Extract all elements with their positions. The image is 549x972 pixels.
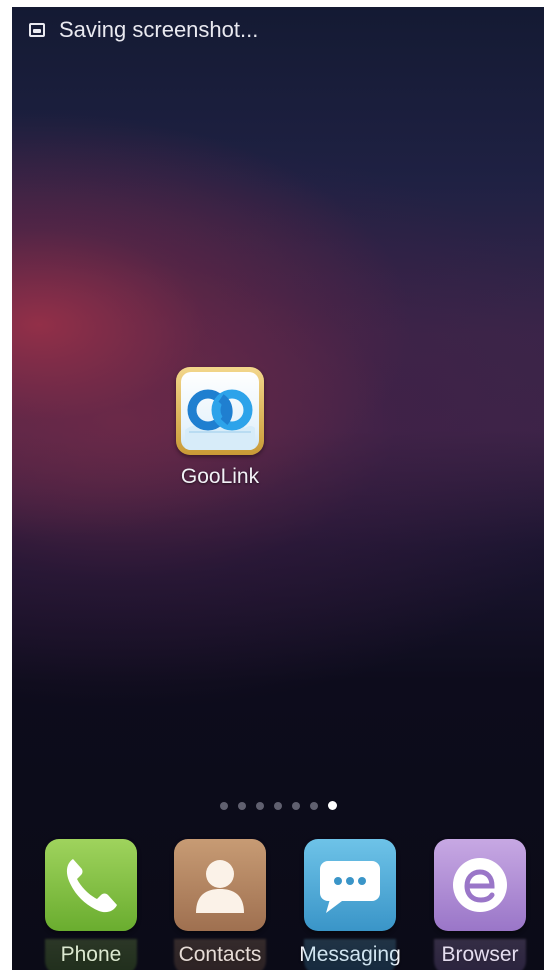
status-notification-text: Saving screenshot... bbox=[59, 17, 259, 42]
dock-item-phone[interactable]: Phone bbox=[36, 839, 146, 970]
app-shortcut-goolink[interactable]: GooLink bbox=[174, 367, 266, 489]
home-screen: Saving screenshot... GooLink Phone Conta… bbox=[12, 7, 544, 970]
page-dot[interactable] bbox=[309, 801, 318, 810]
contacts-icon[interactable] bbox=[174, 839, 266, 970]
messaging-icon[interactable] bbox=[304, 839, 396, 970]
dock: Phone Contacts Messaging Browser bbox=[12, 835, 544, 970]
page-dot[interactable] bbox=[219, 801, 228, 810]
screenshot-icon bbox=[29, 23, 45, 37]
goolink-icon[interactable] bbox=[176, 367, 264, 455]
page-dot-active[interactable] bbox=[327, 801, 337, 810]
dock-item-contacts[interactable]: Contacts bbox=[165, 839, 275, 970]
status-bar: Saving screenshot... bbox=[12, 7, 544, 53]
page-indicator bbox=[12, 801, 544, 810]
browser-icon[interactable] bbox=[434, 839, 526, 970]
phone-icon[interactable] bbox=[45, 839, 137, 970]
page-dot[interactable] bbox=[291, 801, 300, 810]
page-dot[interactable] bbox=[237, 801, 246, 810]
app-label-goolink: GooLink bbox=[180, 465, 260, 488]
page-dot[interactable] bbox=[273, 801, 282, 810]
page-dot[interactable] bbox=[255, 801, 264, 810]
dock-item-messaging[interactable]: Messaging bbox=[295, 839, 405, 970]
dock-item-browser[interactable]: Browser bbox=[425, 839, 535, 970]
